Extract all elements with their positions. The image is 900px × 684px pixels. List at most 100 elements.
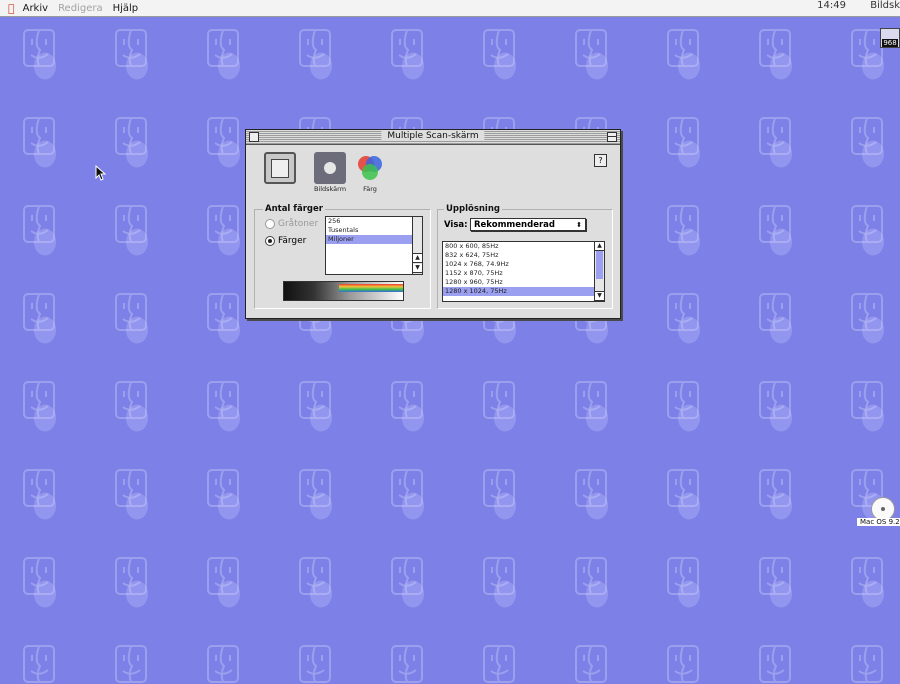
- mac-os-face-icon: [23, 29, 55, 67]
- mac-os-face-icon: [667, 117, 699, 155]
- window-title: Multiple Scan-skärm: [381, 131, 485, 141]
- brightness-tab[interactable]: Bildskärm: [312, 152, 348, 193]
- mac-os-face-icon: [207, 29, 239, 67]
- mac-os-face-icon: [483, 557, 515, 595]
- control-strip-item[interactable]: 968: [880, 28, 900, 48]
- popup-chevron-icon: ⬍: [576, 221, 582, 229]
- show-popup-value: Rekommenderad: [474, 220, 555, 230]
- menu-clock[interactable]: 14:49: [817, 0, 846, 11]
- list-item[interactable]: 800 x 600, 85Hz: [443, 242, 604, 251]
- mac-os-face-icon: [851, 29, 883, 67]
- apple-menu-icon[interactable]: : [8, 2, 15, 15]
- mac-os-face-icon: [391, 29, 423, 67]
- menu-hjalp[interactable]: Hjälp: [113, 3, 139, 14]
- resolution-group-title: Upplösning: [444, 204, 502, 214]
- brightness-icon: [314, 152, 346, 184]
- monitor-tab[interactable]: [262, 152, 298, 185]
- list-item-selected[interactable]: Miljoner: [326, 235, 422, 244]
- mac-os-face-icon: [851, 293, 883, 331]
- mac-os-face-icon: [483, 645, 515, 683]
- mac-os-face-icon: [299, 29, 331, 67]
- mac-os-face-icon: [115, 469, 147, 507]
- window-titlebar[interactable]: Multiple Scan-skärm: [246, 130, 620, 145]
- grayscale-label: Gråtoner: [278, 219, 319, 229]
- mac-os-face-icon: [759, 381, 791, 419]
- show-label: Visa:: [444, 220, 468, 230]
- mac-os-face-icon: [575, 469, 607, 507]
- close-box[interactable]: [249, 132, 259, 142]
- color-icon: [354, 152, 386, 184]
- mac-os-face-icon: [391, 469, 423, 507]
- monitor-icon: [264, 152, 296, 184]
- list-item-selected[interactable]: 1280 x 1024, 75Hz: [443, 287, 604, 296]
- list-item[interactable]: 256: [326, 217, 422, 226]
- mac-os-face-icon: [391, 381, 423, 419]
- list-item[interactable]: 1024 x 768, 74.9Hz: [443, 260, 604, 269]
- mac-os-face-icon: [851, 645, 883, 683]
- mac-os-face-icon: [115, 645, 147, 683]
- mac-os-face-icon: [667, 293, 699, 331]
- mac-os-face-icon: [483, 469, 515, 507]
- menu-redigera[interactable]: Redigera: [58, 3, 103, 14]
- scroll-up-icon[interactable]: ▲: [413, 253, 422, 263]
- collapse-box[interactable]: [607, 132, 617, 142]
- mac-os-face-icon: [23, 645, 55, 683]
- mac-os-face-icon: [23, 381, 55, 419]
- menu-bar:  Arkiv Redigera Hjälp 14:49 Bildsk: [0, 0, 900, 17]
- grayscale-radio-button[interactable]: [265, 219, 275, 229]
- mac-os-face-icon: [115, 29, 147, 67]
- mac-os-face-icon: [207, 293, 239, 331]
- mac-os-face-icon: [23, 117, 55, 155]
- grayscale-radio[interactable]: Gråtoner: [265, 219, 318, 229]
- color-tab[interactable]: Färg: [352, 152, 388, 193]
- scroll-thumb[interactable]: [596, 251, 603, 279]
- colors-group-title: Antal färger: [263, 204, 325, 214]
- list-item[interactable]: 832 x 624, 75Hz: [443, 251, 604, 260]
- mac-os-face-icon: [207, 117, 239, 155]
- mac-os-face-icon: [851, 205, 883, 243]
- menu-arkiv[interactable]: Arkiv: [23, 3, 48, 14]
- control-strip-label: 968: [882, 39, 898, 47]
- mac-os-face-icon: [667, 381, 699, 419]
- mac-os-face-icon: [667, 469, 699, 507]
- disk-label[interactable]: Mac OS 9.2: [857, 518, 900, 526]
- help-button[interactable]: ?: [594, 154, 607, 167]
- color-tab-label: Färg: [363, 185, 377, 193]
- list-item[interactable]: 1152 x 870, 75Hz: [443, 269, 604, 278]
- mac-os-face-icon: [115, 381, 147, 419]
- mac-os-face-icon: [299, 645, 331, 683]
- mac-os-face-icon: [759, 117, 791, 155]
- mac-os-face-icon: [115, 293, 147, 331]
- mac-os-face-icon: [483, 381, 515, 419]
- color-depth-scrollbar[interactable]: ▲ ▼: [412, 217, 422, 274]
- resolution-scrollbar[interactable]: ▲ ▼: [594, 242, 604, 301]
- mac-os-face-icon: [851, 381, 883, 419]
- colors-radio[interactable]: Färger: [265, 236, 306, 246]
- application-menu[interactable]: Bildsk: [870, 0, 900, 11]
- scroll-up-icon[interactable]: ▲: [595, 242, 604, 251]
- resolution-list[interactable]: 800 x 600, 85Hz 832 x 624, 75Hz 1024 x 7…: [442, 241, 605, 302]
- list-item[interactable]: Tusentals: [326, 226, 422, 235]
- mac-os-face-icon: [667, 645, 699, 683]
- color-depth-list[interactable]: 256 Tusentals Miljoner ▲ ▼: [325, 216, 423, 275]
- mac-os-face-icon: [667, 205, 699, 243]
- list-item[interactable]: 1280 x 960, 75Hz: [443, 278, 604, 287]
- mac-os-face-icon: [575, 645, 607, 683]
- scroll-down-icon[interactable]: ▼: [595, 291, 604, 301]
- mac-os-face-icon: [851, 117, 883, 155]
- mac-os-face-icon: [207, 381, 239, 419]
- mac-os-face-icon: [575, 381, 607, 419]
- mac-os-face-icon: [115, 205, 147, 243]
- show-popup[interactable]: Rekommenderad ⬍: [470, 218, 586, 231]
- mac-os-face-icon: [575, 29, 607, 67]
- colors-radio-button[interactable]: [265, 236, 275, 246]
- mac-os-face-icon: [207, 645, 239, 683]
- mac-os-face-icon: [391, 557, 423, 595]
- mac-os-face-icon: [23, 205, 55, 243]
- mac-os-face-icon: [575, 557, 607, 595]
- mac-os-face-icon: [851, 557, 883, 595]
- scroll-down-icon[interactable]: ▼: [413, 264, 422, 273]
- color-sample-bar: [283, 281, 404, 301]
- mac-os-face-icon: [23, 293, 55, 331]
- mac-os-face-icon: [207, 469, 239, 507]
